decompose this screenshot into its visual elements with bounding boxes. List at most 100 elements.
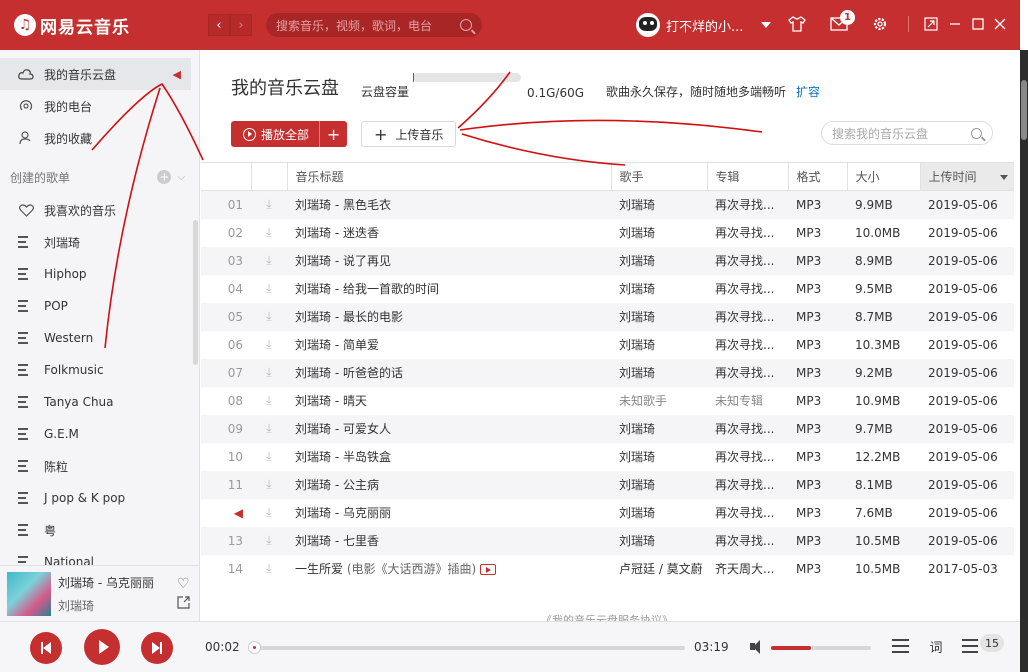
progress-knob[interactable] bbox=[248, 641, 262, 654]
song-artist[interactable]: 刘瑞琦 bbox=[611, 470, 707, 499]
app-logo[interactable]: ♫ 网易云音乐 bbox=[14, 13, 194, 38]
next-track-button[interactable] bbox=[141, 632, 173, 664]
song-album[interactable]: 再次寻找... bbox=[707, 470, 788, 499]
song-title[interactable]: 刘瑞琦 - 听爸爸的话 bbox=[287, 358, 611, 387]
now-playing-panel[interactable]: 刘瑞琦 - 乌克丽丽 刘瑞琦 ♡ bbox=[0, 565, 200, 621]
song-artist[interactable]: 刘瑞琦 bbox=[611, 190, 707, 219]
sidebar-item-playlist[interactable]: National bbox=[0, 546, 199, 565]
col-artist[interactable]: 歌手 bbox=[610, 162, 707, 191]
song-album[interactable]: 再次寻找... bbox=[707, 499, 788, 527]
song-artist[interactable]: 刘瑞琦 bbox=[611, 443, 707, 471]
sidebar-scrollbar[interactable] bbox=[193, 220, 198, 365]
song-artist[interactable]: 刘瑞琦 bbox=[611, 414, 707, 443]
download-icon[interactable]: ⤓ bbox=[251, 526, 287, 555]
song-artist[interactable]: 刘瑞琦 bbox=[611, 246, 707, 275]
main-scrollbar[interactable] bbox=[1020, 50, 1028, 672]
share-icon[interactable] bbox=[177, 596, 190, 613]
table-row[interactable]: 02 ⤓ 刘瑞琦 - 迷迭香 刘瑞琦 再次寻找... MP3 10.0MB 2019-05-0… bbox=[201, 219, 1014, 247]
song-album[interactable]: 再次寻找... bbox=[707, 302, 788, 331]
username[interactable]: 打不烊的小... bbox=[666, 16, 743, 35]
song-album[interactable]: 再次寻找... bbox=[707, 443, 788, 471]
song-title[interactable]: 刘瑞琦 - 简单爱 bbox=[287, 331, 611, 359]
table-row[interactable]: 08 ⤓ 刘瑞琦 - 晴天 未知歌手 未知专辑 MP3 10.9MB 2019-05-06 bbox=[201, 387, 1014, 415]
close-icon[interactable] bbox=[991, 15, 1009, 33]
sidebar-item-playlist[interactable]: Folkmusic bbox=[0, 354, 199, 386]
song-title[interactable]: 刘瑞琦 - 可爱女人 bbox=[287, 414, 611, 443]
sidebar-item-radio[interactable]: 我的电台 bbox=[0, 90, 199, 122]
song-album[interactable]: 再次寻找... bbox=[707, 275, 788, 303]
play-mode-icon[interactable] bbox=[892, 639, 909, 653]
download-icon[interactable]: ⤓ bbox=[251, 470, 287, 499]
table-row[interactable]: 13 ⤓ 刘瑞琦 - 七里香 刘瑞琦 再次寻找... MP3 10.5MB 2019-05-0… bbox=[201, 526, 1014, 555]
song-artist[interactable]: 未知歌手 bbox=[611, 387, 707, 415]
download-icon[interactable]: ⤓ bbox=[251, 358, 287, 387]
col-album[interactable]: 专辑 bbox=[706, 162, 788, 191]
song-title[interactable]: 刘瑞琦 - 给我一首歌的时间 bbox=[287, 275, 611, 303]
queue-count-badge[interactable]: 15 bbox=[980, 634, 1004, 652]
download-icon[interactable]: ⤓ bbox=[251, 555, 287, 583]
maximize-icon[interactable] bbox=[969, 15, 987, 33]
search-icon[interactable] bbox=[971, 127, 982, 139]
expand-capacity-link[interactable]: 扩容 bbox=[796, 83, 820, 100]
download-icon[interactable]: ⤓ bbox=[251, 331, 287, 359]
song-album[interactable]: 再次寻找... bbox=[707, 219, 788, 247]
service-agreement-link[interactable]: 《我的音乐云盘服务协议》 bbox=[541, 612, 673, 621]
sidebar-item-liked[interactable]: 我喜欢的音乐 bbox=[0, 194, 199, 226]
sidebar-item-playlist[interactable]: J pop & K pop bbox=[0, 482, 199, 514]
song-artist[interactable]: 刘瑞琦 bbox=[611, 302, 707, 331]
sidebar-item-playlist[interactable]: Tanya Chua bbox=[0, 386, 199, 418]
download-icon[interactable]: ⤓ bbox=[251, 190, 287, 219]
song-title[interactable]: 刘瑞琦 - 乌克丽丽 bbox=[287, 499, 611, 527]
sidebar-item-playlist[interactable]: Western bbox=[0, 322, 199, 354]
song-album[interactable]: 再次寻找... bbox=[707, 358, 788, 387]
song-artist[interactable]: 卢冠廷 / 莫文蔚 bbox=[611, 555, 707, 583]
song-title[interactable]: 刘瑞琦 - 黑色毛衣 bbox=[287, 190, 611, 219]
search-icon[interactable] bbox=[460, 19, 472, 31]
download-icon[interactable]: ⤓ bbox=[251, 414, 287, 443]
table-row[interactable]: 07 ⤓ 刘瑞琦 - 听爸爸的话 刘瑞琦 再次寻找... MP3 9.2MB 2019-05-… bbox=[201, 358, 1014, 387]
sidebar-item-playlist[interactable]: 刘瑞琦 bbox=[0, 226, 199, 258]
play-button[interactable] bbox=[84, 629, 120, 665]
col-size[interactable]: 大小 bbox=[846, 162, 920, 191]
song-album[interactable]: 再次寻找... bbox=[707, 190, 788, 219]
add-playlist-icon[interactable]: + bbox=[157, 170, 172, 184]
add-to-queue-button[interactable]: + bbox=[319, 121, 347, 147]
volume-icon[interactable] bbox=[750, 639, 766, 655]
table-row[interactable]: ◀ ⤓ 刘瑞琦 - 乌克丽丽 刘瑞琦 再次寻找... MP3 7.6MB 2019-05-06 bbox=[201, 499, 1014, 527]
table-row[interactable]: 01 ⤓ 刘瑞琦 - 黑色毛衣 刘瑞琦 再次寻找... MP3 9.9MB 2019-05-0… bbox=[201, 190, 1014, 219]
download-icon[interactable]: ⤓ bbox=[251, 275, 287, 303]
previous-track-button[interactable] bbox=[30, 632, 62, 664]
col-title[interactable]: 音乐标题 bbox=[286, 162, 611, 191]
global-search-input[interactable]: 搜索音乐，视频，歌词，电台 bbox=[266, 13, 482, 37]
song-album[interactable]: 未知专辑 bbox=[707, 387, 788, 415]
sidebar-item-playlist[interactable]: POP bbox=[0, 290, 199, 322]
playlist-queue-icon[interactable] bbox=[962, 637, 980, 655]
song-artist[interactable]: 刘瑞琦 bbox=[611, 275, 707, 303]
back-button[interactable]: ‹ bbox=[208, 14, 230, 36]
table-row[interactable]: 09 ⤓ 刘瑞琦 - 可爱女人 刘瑞琦 再次寻找... MP3 9.7MB 2019-05-0… bbox=[201, 414, 1014, 443]
now-playing-artist[interactable]: 刘瑞琦 bbox=[58, 597, 154, 614]
song-title[interactable]: 刘瑞琦 - 公主病 bbox=[287, 470, 611, 499]
song-artist[interactable]: 刘瑞琦 bbox=[611, 331, 707, 359]
song-title[interactable]: 刘瑞琦 - 迷迭香 bbox=[287, 219, 611, 247]
like-heart-icon[interactable]: ♡ bbox=[177, 576, 190, 592]
sidebar-item-collection[interactable]: 我的收藏 bbox=[0, 122, 199, 154]
cloud-search-input[interactable]: 搜索我的音乐云盘 bbox=[821, 121, 993, 145]
minimize-icon[interactable] bbox=[946, 15, 964, 33]
table-row[interactable]: 10 ⤓ 刘瑞琦 - 半岛铁盒 刘瑞琦 再次寻找... MP3 12.2MB 2019-05-… bbox=[201, 443, 1014, 471]
download-icon[interactable]: ⤓ bbox=[251, 219, 287, 247]
song-album[interactable]: 再次寻找... bbox=[707, 331, 788, 359]
table-row[interactable]: 11 ⤓ 刘瑞琦 - 公主病 刘瑞琦 再次寻找... MP3 8.1MB 2019-05-06 bbox=[201, 470, 1014, 499]
table-row[interactable]: 03 ⤓ 刘瑞琦 - 说了再见 刘瑞琦 再次寻找... MP3 8.9MB 2019-05-0… bbox=[201, 246, 1014, 275]
song-title[interactable]: 刘瑞琦 - 说了再见 bbox=[287, 246, 611, 275]
table-row[interactable]: 04 ⤓ 刘瑞琦 - 给我一首歌的时间 刘瑞琦 再次寻找... MP3 9.5MB 2019-… bbox=[201, 275, 1014, 303]
song-album[interactable]: 再次寻找... bbox=[707, 246, 788, 275]
download-icon[interactable]: ⤓ bbox=[251, 387, 287, 415]
mini-mode-icon[interactable] bbox=[922, 15, 940, 33]
play-all-button[interactable]: 播放全部 + bbox=[231, 121, 348, 147]
progress-bar[interactable] bbox=[248, 641, 685, 654]
table-row[interactable]: 05 ⤓ 刘瑞琦 - 最长的电影 刘瑞琦 再次寻找... MP3 8.7MB 2019-05-… bbox=[201, 302, 1014, 331]
download-icon[interactable]: ⤓ bbox=[251, 246, 287, 275]
sidebar-item-playlist[interactable]: 粤 bbox=[0, 514, 199, 546]
forward-button[interactable]: › bbox=[230, 14, 252, 36]
